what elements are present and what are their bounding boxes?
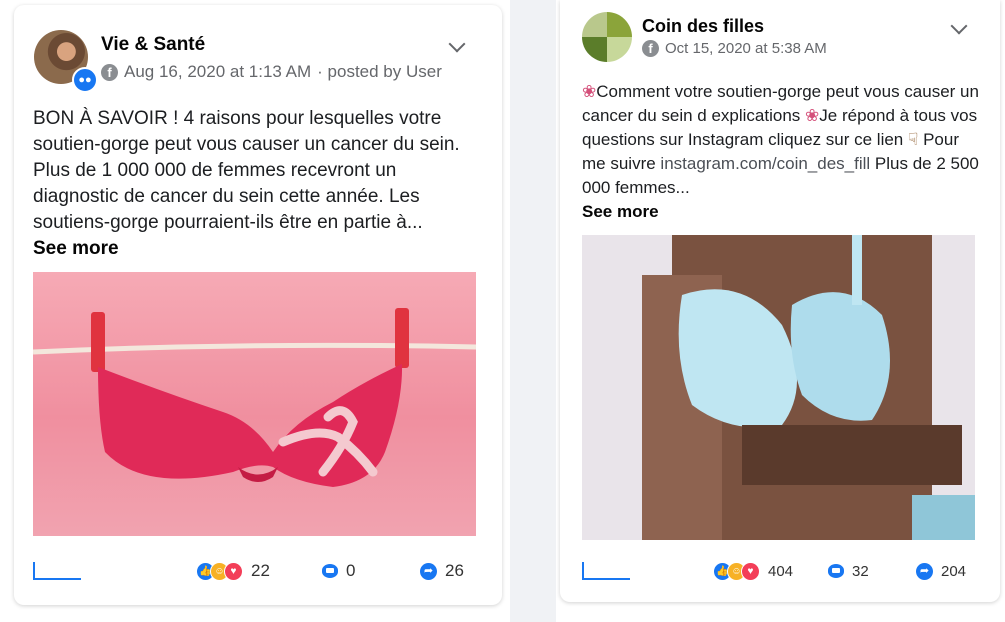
shares-count: 204 <box>941 562 967 580</box>
page-avatar[interactable] <box>582 12 632 62</box>
comments-count: 0 <box>346 561 356 580</box>
facebook-icon: f <box>101 63 118 81</box>
see-more-link[interactable]: See more <box>33 236 473 262</box>
post-image[interactable] <box>582 235 975 540</box>
comments-stat[interactable]: 0 <box>322 561 355 581</box>
sparkline-chart-icon[interactable] <box>33 562 81 580</box>
post-image[interactable] <box>33 272 476 536</box>
post-stats: 👍 ☺ ♥ 404 32 ➦ 204 <box>582 561 974 581</box>
flower-emoji: ❀ <box>582 82 597 101</box>
flower-emoji: ❀ <box>805 106 820 125</box>
reaction-icons: 👍 ☺ ♥ <box>196 561 243 581</box>
comments-count: 32 <box>852 562 869 580</box>
post-text: ❀Comment votre soutien-gorge peut vous c… <box>582 80 982 224</box>
post-date[interactable]: Aug 16, 2020 at 1:13 AM <box>124 62 311 82</box>
love-icon: ♥ <box>224 561 243 581</box>
page-name[interactable]: Coin des filles <box>642 16 764 37</box>
group-badge-icon: ●● <box>72 67 98 93</box>
see-more-link[interactable]: See more <box>582 200 982 224</box>
shares-count: 26 <box>445 561 464 580</box>
shares-stat[interactable]: ➦ 26 <box>420 561 464 581</box>
love-icon: ♥ <box>741 561 760 581</box>
page-name[interactable]: Vie & Santé <box>101 34 205 56</box>
share-icon: ➦ <box>916 562 933 580</box>
sparkline-chart-icon[interactable] <box>582 562 630 580</box>
post-date[interactable]: Oct 15, 2020 at 5:38 AM <box>665 40 827 57</box>
post-card-vie-sante: ●● Vie & Santé f Aug 16, 2020 at 1:13 AM… <box>14 5 502 605</box>
pixelated-photo <box>582 235 975 540</box>
post-meta: f Oct 15, 2020 at 5:38 AM <box>642 40 827 57</box>
comment-icon <box>322 564 338 578</box>
chevron-down-icon[interactable] <box>448 35 466 53</box>
posted-by: · posted by User <box>317 62 442 81</box>
instagram-link[interactable]: instagram.com/coin_des_fill <box>660 154 870 173</box>
reactions-count: 22 <box>251 561 270 580</box>
comments-stat[interactable]: 32 <box>828 563 869 580</box>
chevron-down-icon[interactable] <box>950 17 968 35</box>
reactions-stat[interactable]: 👍 ☺ ♥ 22 <box>196 561 270 581</box>
page-background-gutter <box>510 0 556 622</box>
comment-icon <box>828 564 844 578</box>
post-body: BON À SAVOIR ! 4 raisons pour lesquelles… <box>33 108 460 233</box>
share-icon: ➦ <box>420 562 437 580</box>
post-text: BON À SAVOIR ! 4 raisons pour lesquelles… <box>33 106 473 262</box>
reaction-icons: 👍 ☺ ♥ <box>713 561 760 581</box>
pointing-down-emoji: ☟ <box>908 130 919 149</box>
bra-ribbon-illustration <box>33 308 476 487</box>
reactions-count: 404 <box>768 562 794 580</box>
shares-stat[interactable]: ➦ 204 <box>916 562 967 580</box>
post-meta: f Aug 16, 2020 at 1:13 AM · posted by Us… <box>101 62 442 82</box>
post-card-coin-des-filles: Coin des filles f Oct 15, 2020 at 5:38 A… <box>560 0 1000 602</box>
reactions-stat[interactable]: 👍 ☺ ♥ 404 <box>713 561 794 581</box>
facebook-icon: f <box>642 40 659 57</box>
post-stats: 👍 ☺ ♥ 22 0 ➦ 26 <box>33 561 473 581</box>
